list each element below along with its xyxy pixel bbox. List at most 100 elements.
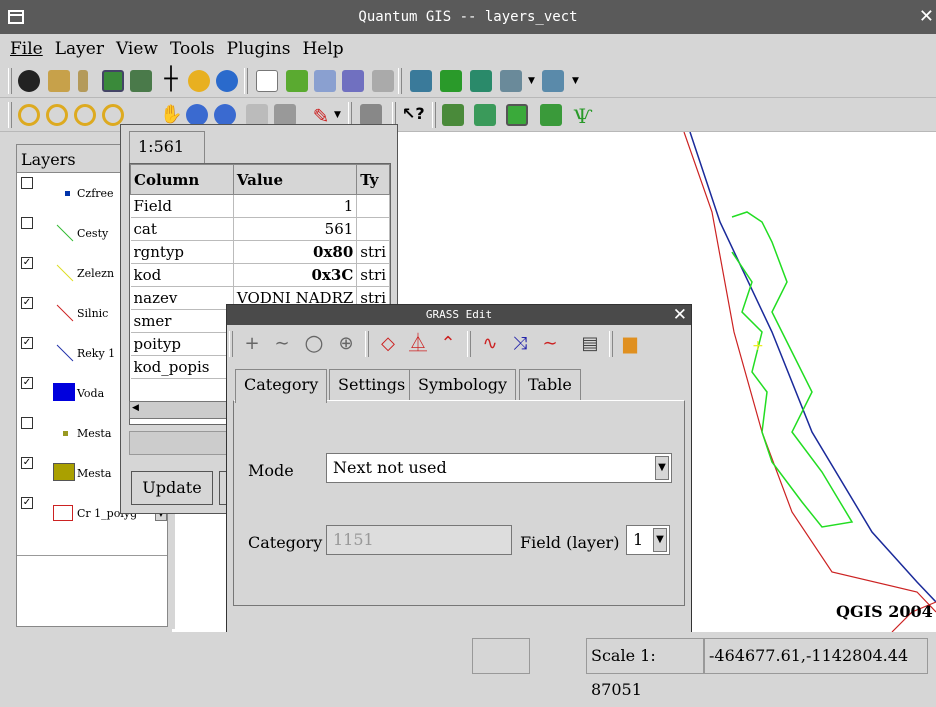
zoom-last-icon[interactable] bbox=[102, 104, 124, 126]
menu-view[interactable]: View bbox=[116, 34, 158, 64]
move-line-icon[interactable]: ⤨ bbox=[509, 333, 531, 355]
new-centroid-icon[interactable]: ⊕ bbox=[335, 333, 357, 355]
print-icon[interactable] bbox=[372, 70, 394, 92]
menu-file[interactable]: File bbox=[10, 34, 43, 64]
tab-settings[interactable]: Settings bbox=[329, 369, 415, 401]
grass-region-edit-icon[interactable] bbox=[540, 104, 562, 126]
new-project-icon[interactable] bbox=[256, 70, 278, 92]
close-edit-icon[interactable]: ▆ bbox=[619, 333, 641, 355]
tab-table[interactable]: Table bbox=[519, 369, 581, 401]
select-icon[interactable] bbox=[274, 104, 296, 126]
update-button[interactable]: Update bbox=[131, 471, 213, 505]
cell: stri bbox=[356, 263, 390, 287]
tab-category[interactable]: Category bbox=[235, 369, 328, 403]
cell[interactable]: 1 bbox=[233, 194, 358, 218]
layer-visibility-checkbox[interactable] bbox=[21, 177, 33, 189]
qgis-logo-icon[interactable] bbox=[18, 70, 40, 92]
close-icon[interactable]: ✕ bbox=[673, 305, 687, 325]
table-row[interactable]: cat 561 bbox=[130, 217, 390, 241]
grass-open-icon[interactable] bbox=[442, 104, 464, 126]
digitize-icon[interactable] bbox=[500, 70, 522, 92]
chevron-down-icon[interactable]: ▼ bbox=[653, 528, 667, 552]
measure-icon[interactable] bbox=[188, 70, 210, 92]
overview-icon[interactable] bbox=[130, 70, 152, 92]
new-line-icon[interactable]: ∼ bbox=[271, 333, 293, 355]
zoom-full-icon[interactable] bbox=[74, 104, 96, 126]
layer-visibility-checkbox[interactable] bbox=[21, 217, 33, 229]
status-progress bbox=[472, 638, 530, 674]
grass-edit-icon[interactable] bbox=[506, 104, 528, 126]
attribute-list-icon[interactable]: ▤ bbox=[579, 333, 601, 355]
new-point-icon[interactable]: + bbox=[241, 333, 263, 355]
scroll-left-icon[interactable]: ◀ bbox=[132, 403, 139, 413]
attribute-table-icon[interactable] bbox=[360, 104, 382, 126]
digitize-line-icon[interactable] bbox=[542, 70, 564, 92]
save-project-icon[interactable] bbox=[314, 70, 336, 92]
category-value: 1151 bbox=[333, 530, 374, 549]
dropdown-icon[interactable]: ▼ bbox=[572, 70, 580, 92]
delete-vertex-icon[interactable]: ⌃ bbox=[437, 333, 459, 355]
cell: Field bbox=[130, 194, 234, 218]
cell[interactable]: 0x80 bbox=[233, 240, 358, 264]
grass-edit-title: GRASS Edit bbox=[227, 305, 691, 325]
table-row[interactable]: Field 1 bbox=[130, 194, 390, 218]
forward-icon[interactable] bbox=[214, 104, 236, 126]
cell[interactable]: 0x3C bbox=[233, 263, 358, 287]
help-icon[interactable]: ↖? bbox=[402, 104, 425, 126]
delete-line-icon[interactable]: ∼ bbox=[539, 333, 561, 355]
column-header[interactable]: Column bbox=[130, 164, 234, 195]
layer-visibility-checkbox[interactable]: ✓ bbox=[21, 337, 33, 349]
dropdown-icon[interactable]: ▼ bbox=[528, 70, 536, 92]
layer-visibility-checkbox[interactable]: ✓ bbox=[21, 377, 33, 389]
layer-visibility-checkbox[interactable]: ✓ bbox=[21, 457, 33, 469]
cell[interactable]: 561 bbox=[233, 217, 358, 241]
table-row[interactable]: kod 0x3C stri bbox=[130, 263, 390, 287]
close-icon[interactable]: ✕ bbox=[919, 0, 934, 34]
dropdown-icon[interactable]: ▼ bbox=[334, 104, 342, 126]
new-boundary-icon[interactable]: ○ bbox=[303, 333, 325, 355]
grass-new-icon[interactable] bbox=[474, 104, 496, 126]
layer-label: Silnic bbox=[77, 307, 109, 320]
chevron-down-icon[interactable]: ▼ bbox=[655, 456, 669, 480]
layer-visibility-checkbox[interactable] bbox=[21, 417, 33, 429]
grass-tools-icon[interactable] bbox=[440, 70, 462, 92]
add-vertex-icon[interactable]: ⏅ bbox=[407, 333, 429, 355]
add-raster-icon[interactable] bbox=[48, 70, 70, 92]
layer-visibility-checkbox[interactable]: ✓ bbox=[21, 497, 33, 509]
column-header[interactable]: Ty bbox=[356, 164, 390, 195]
menu-layer[interactable]: Layer bbox=[55, 34, 104, 64]
window-menu-button[interactable] bbox=[8, 10, 24, 24]
pencil-icon[interactable]: ✎ bbox=[310, 104, 332, 128]
menu-help[interactable]: Help bbox=[302, 34, 343, 64]
capture-point-icon[interactable]: ┼ bbox=[160, 69, 182, 92]
plugin-icon[interactable] bbox=[410, 70, 432, 92]
column-header[interactable]: Value bbox=[232, 164, 358, 195]
open-project-icon[interactable] bbox=[286, 70, 308, 92]
tab-feature[interactable]: 1:561 bbox=[129, 131, 205, 163]
table-row[interactable]: rgntyp 0x80 stri bbox=[130, 240, 390, 264]
back-icon[interactable] bbox=[186, 104, 208, 126]
refresh-icon[interactable] bbox=[216, 70, 238, 92]
move-vertex-icon[interactable]: ◇ bbox=[377, 333, 399, 355]
split-line-icon[interactable]: ∿ bbox=[479, 333, 501, 355]
category-input[interactable]: 1151 bbox=[326, 525, 512, 555]
layer-visibility-checkbox[interactable]: ✓ bbox=[21, 257, 33, 269]
mode-select[interactable]: Next not used ▼ bbox=[326, 453, 672, 483]
menu-tools[interactable]: Tools bbox=[170, 34, 215, 64]
add-vector-icon[interactable] bbox=[102, 70, 124, 92]
layer-visibility-checkbox[interactable]: ✓ bbox=[21, 297, 33, 309]
cell: kod_popis bbox=[130, 355, 234, 379]
save-as-icon[interactable] bbox=[342, 70, 364, 92]
grass-region-icon[interactable] bbox=[470, 70, 492, 92]
pan-icon[interactable]: ✋ bbox=[160, 104, 182, 126]
identify-icon[interactable] bbox=[246, 104, 268, 126]
menu-plugins[interactable]: Plugins bbox=[227, 34, 291, 64]
tab-symbology[interactable]: Symbology bbox=[409, 369, 517, 401]
add-db-layer-icon[interactable] bbox=[78, 70, 88, 92]
zoom-out-icon[interactable] bbox=[46, 104, 68, 126]
zoom-in-icon[interactable] bbox=[18, 104, 40, 126]
horizontal-scrollbar[interactable]: ◀ bbox=[129, 401, 233, 419]
attribute-edit-field[interactable] bbox=[129, 431, 239, 455]
grass-plant-icon[interactable]: Ѱ bbox=[572, 104, 594, 128]
field-layer-select[interactable]: 1 ▼ bbox=[626, 525, 670, 555]
